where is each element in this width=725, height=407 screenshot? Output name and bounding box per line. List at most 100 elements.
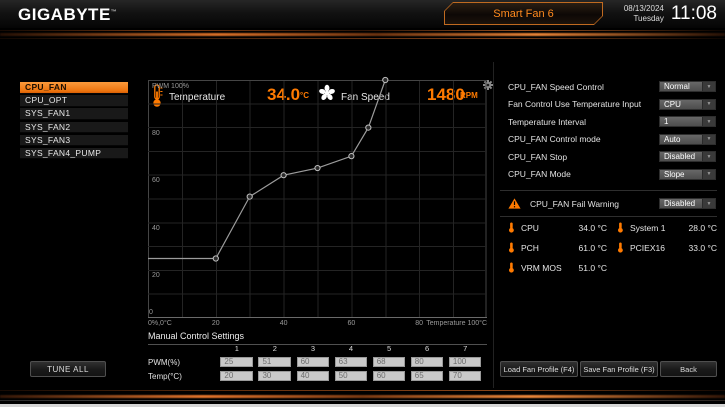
setting-label: CPU_FAN Speed Control [508, 82, 604, 92]
curve-point-4[interactable] [315, 165, 320, 170]
pwm-cell-3[interactable]: 60 [297, 357, 329, 367]
column-header: 6 [411, 344, 443, 353]
tune-all-button[interactable]: TUNE ALL [30, 361, 106, 377]
setting-label: Fan Control Use Temperature Input [508, 99, 641, 109]
sidebar-item-sys_fan3[interactable]: SYS_FAN3 [20, 135, 128, 147]
setting-dropdown-fan-control-use-temperature-input[interactable]: CPU▼ [659, 99, 716, 110]
date-text: 08/13/2024 [624, 4, 664, 14]
setting-label: Temperature Interval [508, 117, 586, 127]
sensor-thermometer-icon [508, 242, 515, 253]
gigabyte-logo: GIGABYTE™ [18, 5, 117, 25]
setting-row: CPU_FAN Mode Slope▼ [508, 169, 716, 180]
sidebar-item-cpu_fan[interactable]: CPU_FAN [20, 82, 128, 94]
setting-dropdown-cpu-fan-control-mode[interactable]: Auto▼ [659, 134, 716, 145]
glow-bottom [0, 390, 725, 391]
setting-row: Temperature Interval 1▼ [508, 116, 716, 127]
sensor-item-pciex16: PCIEX1633.0 °C [617, 242, 717, 253]
fan-curve-chart[interactable]: PWM 100%806040200 [148, 80, 487, 318]
column-header: 5 [373, 344, 405, 353]
fail-warning-dropdown-value: Disabled [660, 199, 702, 208]
sensors-grid: CPU34.0 °CSystem 128.0 °CPCH61.0 °CPCIEX… [508, 222, 717, 273]
x-axis-label: 60 [347, 320, 355, 327]
sensor-value: 33.0 °C [689, 243, 717, 253]
glow-top [0, 38, 725, 39]
sensor-value: 34.0 °C [579, 223, 607, 233]
curve-point-6[interactable] [366, 125, 371, 130]
sensor-value: 61.0 °C [579, 243, 607, 253]
setting-row: Fan Control Use Temperature Input CPU▼ [508, 99, 716, 110]
setting-dropdown-cpu-fan-mode[interactable]: Slope▼ [659, 169, 716, 180]
column-header: 2 [259, 344, 291, 353]
tab-smart-fan-6[interactable]: Smart Fan 6 [444, 2, 603, 25]
sidebar-item-cpu_opt[interactable]: CPU_OPT [20, 95, 128, 107]
temp-cell-2[interactable]: 30 [258, 371, 290, 381]
chevron-down-icon: ▼ [702, 117, 715, 126]
sidebar-item-sys_fan1[interactable]: SYS_FAN1 [20, 108, 128, 120]
x-axis-label: 80 [415, 320, 423, 327]
curve-point-5[interactable] [349, 154, 354, 159]
setting-dropdown-cpu-fan-stop-value: Disabled [660, 152, 702, 161]
temp-cell-1[interactable]: 20 [220, 371, 252, 381]
fail-warning-label: CPU_FAN Fail Warning [530, 199, 659, 209]
table-row: PWM(%)25 51 60 63 68 80 100 [148, 357, 487, 367]
setting-dropdown-temperature-interval[interactable]: 1▼ [659, 116, 716, 127]
pwm-cell-2[interactable]: 51 [258, 357, 290, 367]
column-header: 4 [335, 344, 367, 353]
row-label: PWM(%) [148, 358, 220, 367]
setting-dropdown-cpu-fan-stop[interactable]: Disabled▼ [659, 151, 716, 162]
pwm-cell-5[interactable]: 68 [373, 357, 405, 367]
fail-warning-dropdown[interactable]: Disabled ▼ [659, 198, 716, 209]
x-axis-label: 20 [212, 320, 220, 327]
x-axis-label: 40 [280, 320, 288, 327]
setting-dropdown-cpu-fan-speed-control-value: Normal [660, 82, 702, 91]
pwm-cell-1[interactable]: 25 [220, 357, 252, 367]
y-axis-label: 0 [149, 309, 153, 316]
y-axis-label: PWM 100% [152, 83, 189, 90]
weekday-text: Tuesday [624, 14, 664, 24]
sensor-item-system-1: System 128.0 °C [617, 222, 717, 233]
pwm-cell-6[interactable]: 80 [411, 357, 443, 367]
sensor-thermometer-icon [617, 222, 624, 233]
sidebar-item-sys_fan2[interactable]: SYS_FAN2 [20, 122, 128, 134]
curve-point-3[interactable] [281, 173, 286, 178]
setting-dropdown-cpu-fan-speed-control[interactable]: Normal▼ [659, 81, 716, 92]
manual-control-settings-table: 1234567PWM(%)255160636880100Temp(°C)2030… [148, 343, 487, 385]
row-label: Temp(°C) [148, 372, 220, 381]
temp-cell-5[interactable]: 60 [373, 371, 405, 381]
divider [500, 216, 717, 217]
sidebar-item-sys_fan4_pump[interactable]: SYS_FAN4_PUMP [20, 148, 128, 160]
temp-cell-3[interactable]: 40 [297, 371, 329, 381]
glow-bottom [0, 400, 725, 401]
sensor-item-pch: PCH61.0 °C [508, 242, 607, 253]
curve-point-1[interactable] [213, 256, 218, 261]
save-fan-profile-button[interactable]: Save Fan Profile (F3) [580, 361, 658, 377]
fan-curve-line [148, 80, 385, 259]
glow-bottom [0, 395, 725, 398]
temp-cell-7[interactable]: 70 [449, 371, 481, 381]
setting-dropdown-cpu-fan-control-mode-value: Auto [660, 135, 702, 144]
sensor-thermometer-icon [508, 222, 515, 233]
sensor-thermometer-icon [508, 262, 515, 273]
temp-cell-6[interactable]: 65 [411, 371, 443, 381]
back-button[interactable]: Back [660, 361, 717, 377]
temp-cell-4[interactable]: 50 [335, 371, 367, 381]
setting-row: CPU_FAN Speed Control Normal▼ [508, 81, 716, 92]
y-axis-label: 60 [152, 177, 160, 184]
profile-buttons: Load Fan Profile (F4)Save Fan Profile (F… [500, 361, 717, 377]
chevron-down-icon: ▼ [702, 100, 715, 109]
setting-row: CPU_FAN Control modeAuto▼ [508, 134, 716, 145]
curve-point-2[interactable] [247, 194, 252, 199]
time-text: 11:08 [671, 3, 717, 25]
setting-row: CPU_FAN StopDisabled▼ [508, 151, 716, 162]
pwm-cell-7[interactable]: 100 [449, 357, 481, 367]
load-fan-profile-button[interactable]: Load Fan Profile (F4) [500, 361, 578, 377]
curve-point-7[interactable] [383, 77, 388, 82]
pwm-cell-4[interactable]: 63 [335, 357, 367, 367]
sensor-item-vrm-mos: VRM MOS51.0 °C [508, 262, 607, 273]
readout-bar: Temperature 34.0 °C Fan Speed 1480 RPM [0, 40, 725, 72]
sensor-label: VRM MOS [521, 263, 579, 273]
y-axis-label: 80 [152, 130, 160, 137]
fan-curve-svg[interactable] [148, 80, 487, 318]
setting-label: CPU_FAN Mode [508, 169, 571, 179]
x-axis-labels: 0%,0°C20406080Temperature 100°C [148, 320, 487, 330]
